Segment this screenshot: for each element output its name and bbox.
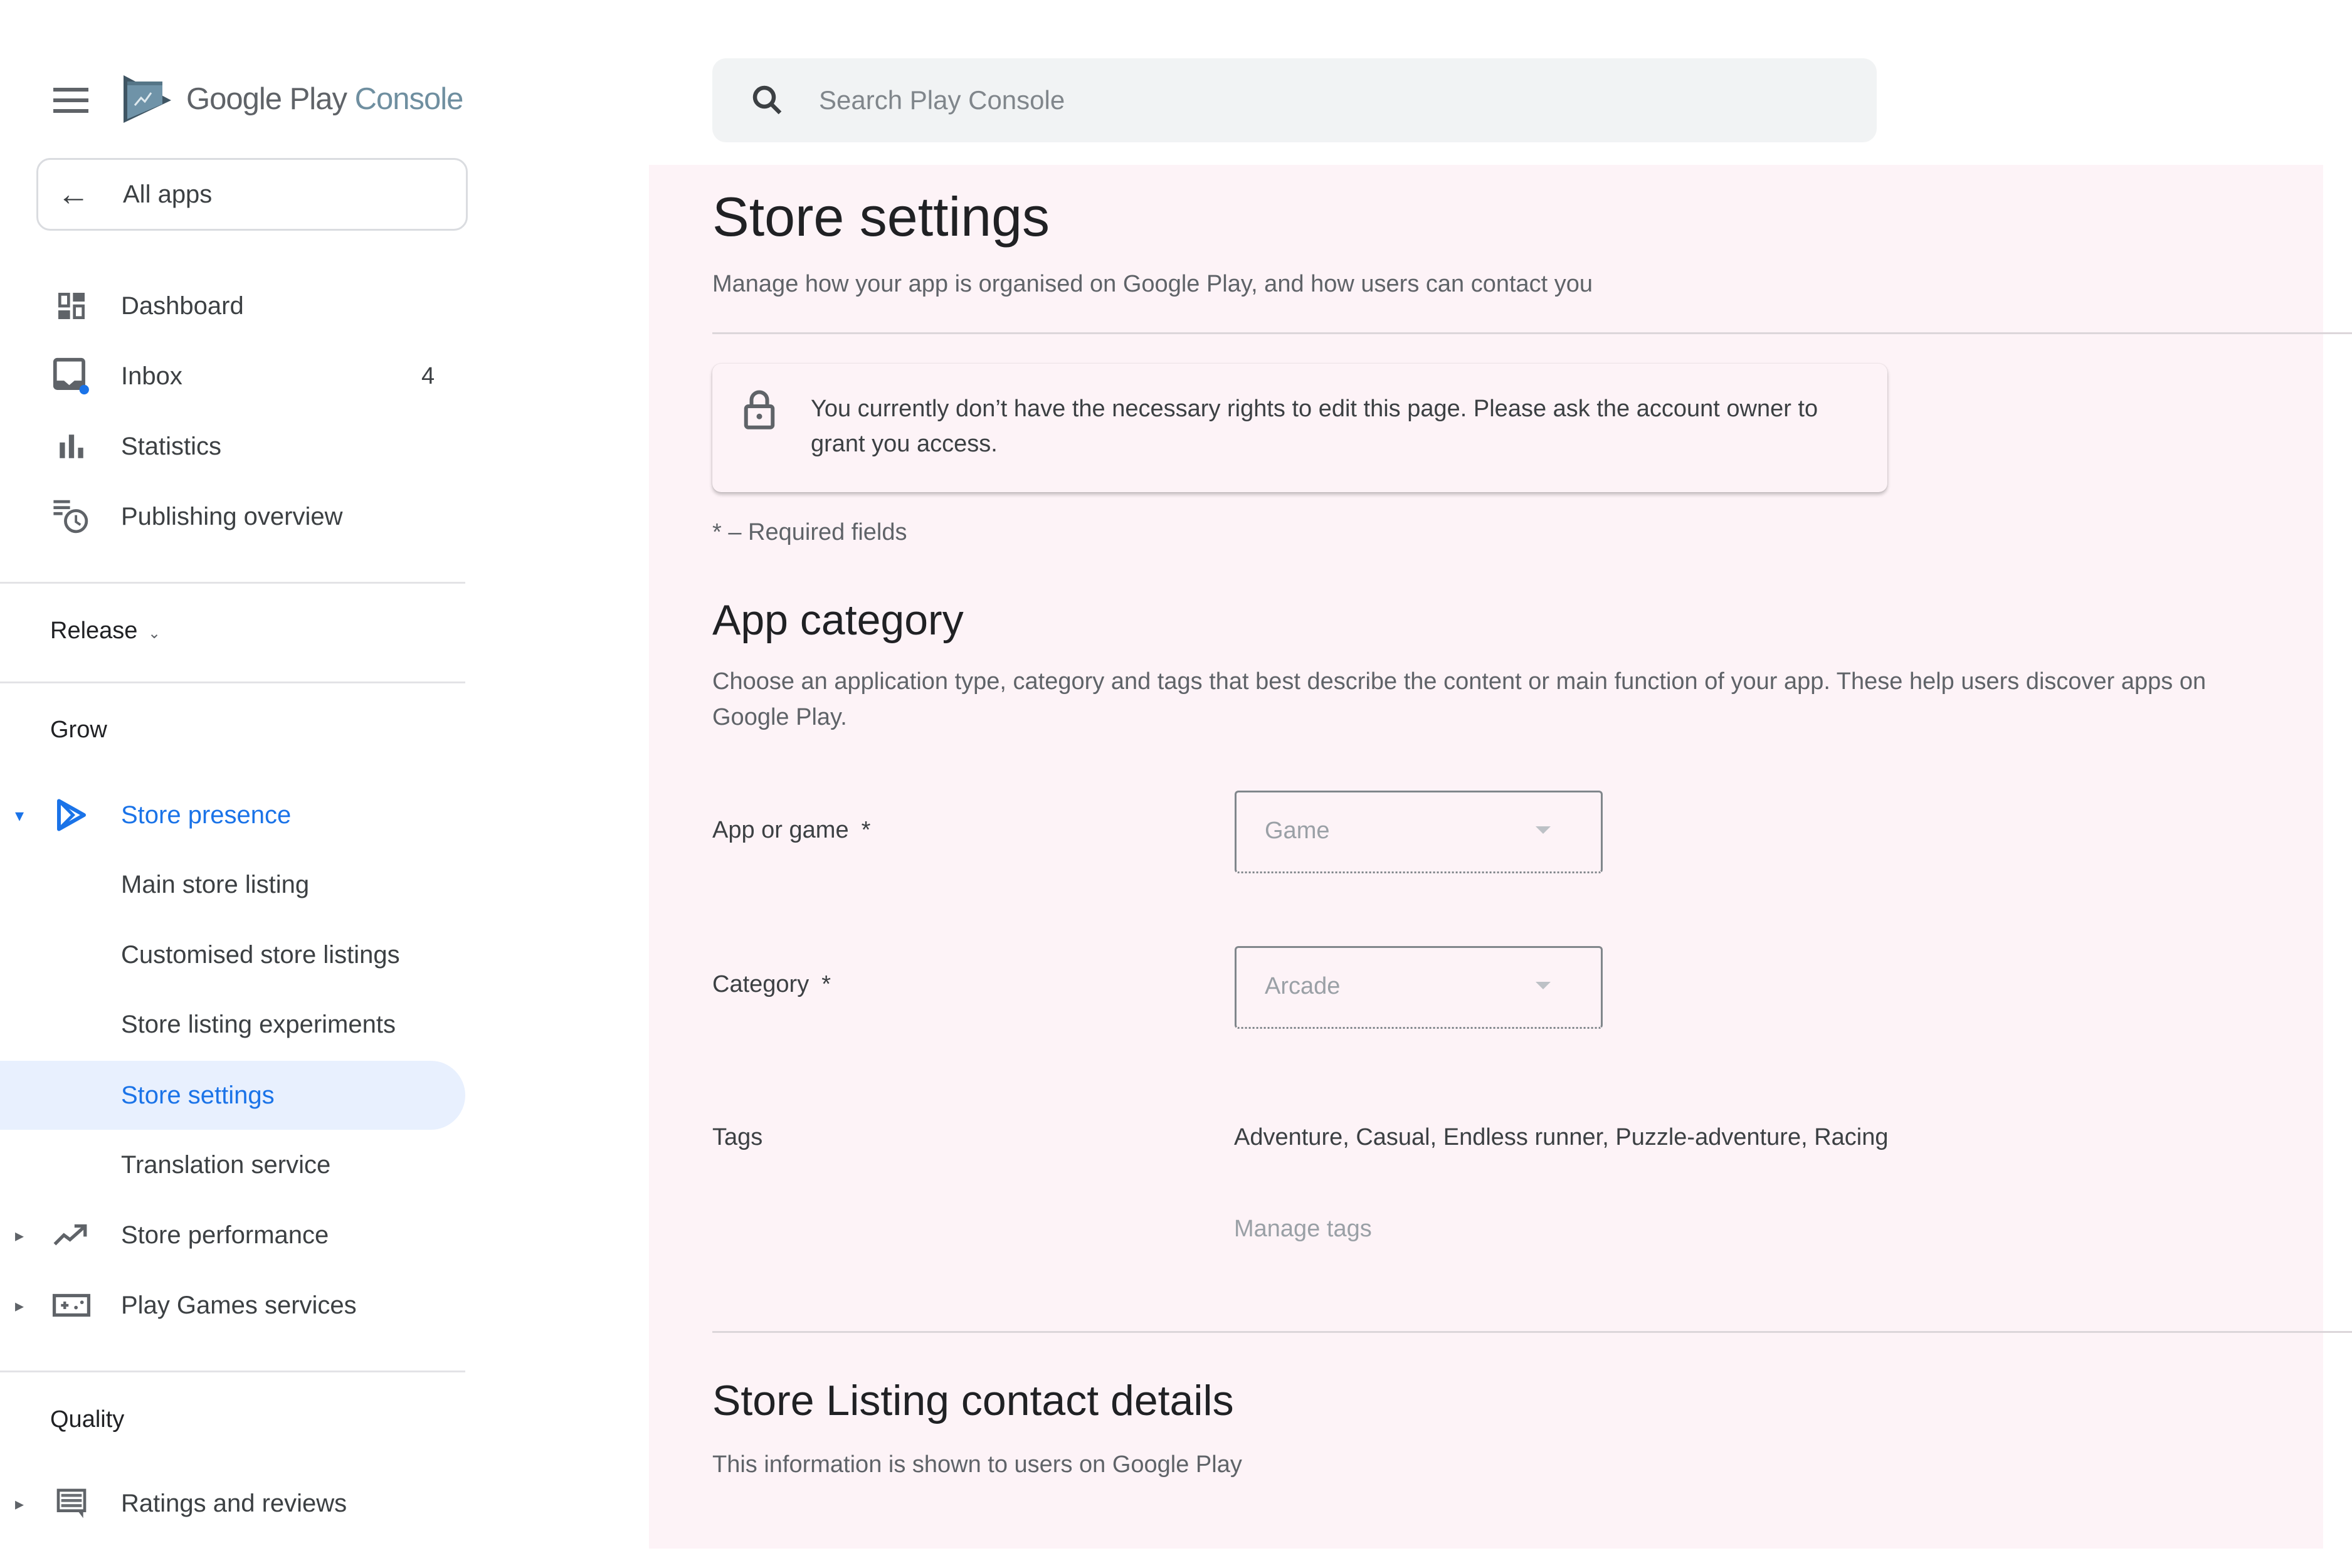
search-input[interactable]: Search Play Console xyxy=(819,85,1065,115)
logo-text: Google Play Console xyxy=(186,82,463,117)
page-title: Store settings xyxy=(712,186,1050,248)
sidebar-item-statistics[interactable]: Statistics xyxy=(0,412,465,481)
sidebar-item-label: Store performance xyxy=(121,1221,329,1249)
sidebar-item-store-settings[interactable]: Store settings xyxy=(0,1061,465,1130)
lock-icon xyxy=(744,390,775,429)
sidebar-item-label: Translation service xyxy=(121,1150,331,1179)
select-value: Arcade xyxy=(1265,973,1341,999)
hamburger-line xyxy=(53,98,88,102)
play-console-logo[interactable]: Google Play Console xyxy=(122,74,463,124)
sidebar-item-customised-store-listings[interactable]: Customised store listings xyxy=(0,920,465,989)
publishing-clock-icon xyxy=(52,497,91,536)
all-apps-label: All apps xyxy=(123,180,213,208)
trending-up-icon xyxy=(52,1216,91,1255)
release-label: Release xyxy=(50,618,138,644)
hamburger-line xyxy=(53,109,88,113)
required-fields-note: * – Required fields xyxy=(712,519,907,545)
caret-down-icon: ▾ xyxy=(15,805,24,825)
sidebar-item-label: Inbox xyxy=(121,362,182,390)
sidebar-divider xyxy=(0,681,465,683)
sidebar-item-play-games-services[interactable]: ▸ Play Games services xyxy=(0,1271,465,1340)
sidebar-item-store-presence[interactable]: ▾ Store presence xyxy=(0,781,465,850)
sidebar-item-label: Statistics xyxy=(121,432,222,460)
grow-section-heading: Grow xyxy=(50,717,107,743)
sidebar-item-label: Publishing overview xyxy=(121,502,343,530)
play-console-logo-icon xyxy=(124,75,171,123)
hamburger-line xyxy=(53,88,88,92)
logo-main-text: Google Play xyxy=(186,82,347,116)
logo-suffix-text: Console xyxy=(354,82,464,116)
section-divider xyxy=(712,1331,2352,1333)
sidebar-item-label: Store listing experiments xyxy=(121,1010,396,1038)
header-divider xyxy=(712,332,2352,334)
tags-label: Tags xyxy=(712,1124,763,1150)
sidebar-item-label: Ratings and reviews xyxy=(121,1489,347,1517)
permission-notice: You currently don’t have the necessary r… xyxy=(712,364,1887,492)
sidebar-item-translation-service[interactable]: Translation service xyxy=(0,1130,465,1199)
sidebar-item-publishing-overview[interactable]: Publishing overview xyxy=(0,482,465,551)
contact-details-description: This information is shown to users on Go… xyxy=(712,1451,1242,1478)
required-asterisk: * xyxy=(861,817,871,843)
app-category-description: Choose an application type, category and… xyxy=(712,668,2207,730)
arrow-back-icon: ← xyxy=(57,176,90,213)
reviews-icon xyxy=(52,1484,91,1523)
sidebar-item-label: Store settings xyxy=(121,1081,275,1109)
app-category-heading: App category xyxy=(712,596,964,644)
required-asterisk: * xyxy=(821,971,831,997)
app-or-game-label: App or game * xyxy=(712,817,870,844)
sidebar-item-dashboard[interactable]: Dashboard xyxy=(0,271,465,340)
search-icon xyxy=(752,85,782,115)
bar-chart-icon xyxy=(52,427,91,466)
category-label: Category * xyxy=(712,971,831,998)
dropdown-arrow-icon xyxy=(1536,982,1551,989)
sidebar-item-label: Main store listing xyxy=(121,870,310,898)
sidebar-divider xyxy=(0,1371,465,1372)
inbox-count-badge: 4 xyxy=(421,362,435,389)
select-value: Game xyxy=(1265,818,1330,844)
release-section-toggle[interactable]: Release ⌄ xyxy=(50,618,161,645)
sidebar-divider xyxy=(0,582,465,584)
sidebar-item-main-store-listing[interactable]: Main store listing xyxy=(0,850,465,919)
category-select[interactable]: Arcade xyxy=(1235,946,1603,1029)
caret-right-icon: ▸ xyxy=(15,1225,24,1245)
inbox-icon xyxy=(52,357,91,396)
sidebar-item-label: Play Games services xyxy=(121,1291,357,1319)
app-or-game-select[interactable]: Game xyxy=(1235,791,1603,873)
tags-value: Adventure, Casual, Endless runner, Puzzl… xyxy=(1234,1124,1889,1150)
field-label-text: App or game xyxy=(712,817,849,843)
chevron-down-icon: ⌄ xyxy=(147,625,161,642)
menu-button[interactable] xyxy=(53,88,88,113)
permission-notice-text: You currently don’t have the necessary r… xyxy=(811,396,1818,457)
play-outline-icon xyxy=(52,796,91,834)
sidebar-item-ratings-and-reviews[interactable]: ▸ Ratings and reviews xyxy=(0,1469,465,1538)
sidebar-item-label: Customised store listings xyxy=(121,940,400,969)
manage-tags-link[interactable]: Manage tags xyxy=(1234,1216,1372,1243)
sidebar-item-store-listing-experiments[interactable]: Store listing experiments xyxy=(0,990,465,1059)
contact-details-heading: Store Listing contact details xyxy=(712,1377,1234,1424)
quality-section-heading: Quality xyxy=(50,1406,125,1433)
search-bar[interactable]: Search Play Console xyxy=(712,58,1877,142)
sidebar-item-inbox[interactable]: Inbox 4 xyxy=(0,342,465,411)
sidebar-item-label: Store presence xyxy=(121,801,292,829)
dropdown-arrow-icon xyxy=(1536,826,1551,834)
gamepad-icon xyxy=(52,1286,91,1325)
caret-right-icon: ▸ xyxy=(15,1493,24,1513)
all-apps-button[interactable]: ← All apps xyxy=(36,158,468,231)
sidebar-item-store-performance[interactable]: ▸ Store performance xyxy=(0,1201,465,1270)
dashboard-icon xyxy=(52,287,91,325)
sidebar-item-label: Dashboard xyxy=(121,292,244,320)
page-subtitle: Manage how your app is organised on Goog… xyxy=(712,271,1593,297)
field-label-text: Category xyxy=(712,971,809,997)
caret-right-icon: ▸ xyxy=(15,1295,24,1315)
